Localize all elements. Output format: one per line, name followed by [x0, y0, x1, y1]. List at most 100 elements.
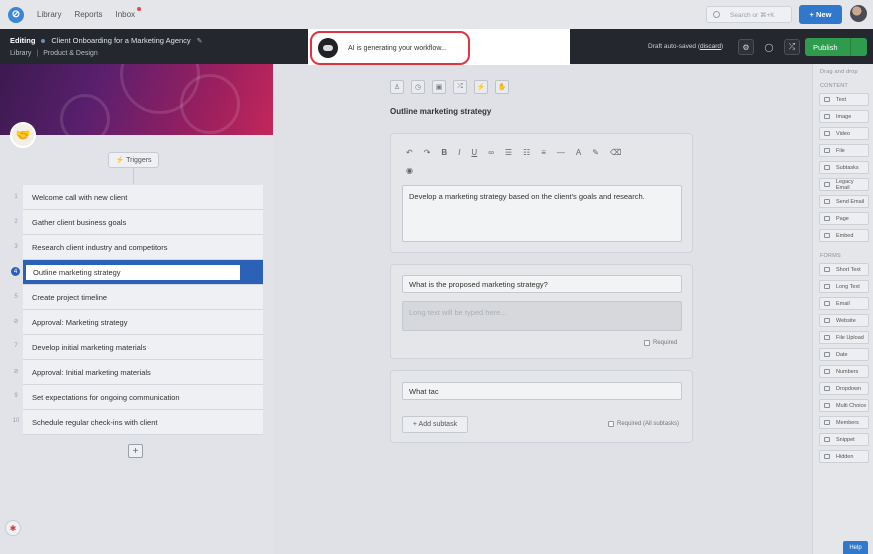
shuffle-icon[interactable]: ⤮ [784, 39, 800, 55]
approval-icon: ⊘ [13, 319, 19, 325]
upload-icon [824, 335, 830, 340]
autosave-status: Draft auto-saved (discard) [648, 43, 723, 50]
widget-send-email[interactable]: Send Email [819, 195, 869, 208]
widget-snippet[interactable]: Snippet [819, 433, 869, 446]
stop-hand-icon[interactable]: ✋ [495, 80, 509, 94]
task-number: 1 [14, 194, 18, 200]
underline-icon[interactable]: U [471, 148, 477, 157]
bullet-list-icon[interactable]: ☰ [505, 148, 512, 157]
discard-link[interactable]: discard [700, 43, 721, 50]
widget-text[interactable]: Text [819, 93, 869, 106]
task-item-9[interactable]: Set expectations for ongoing communicati… [23, 385, 263, 410]
description-editor[interactable]: Develop a marketing strategy based on th… [402, 185, 682, 242]
image-icon [824, 114, 830, 119]
question-label-input[interactable]: What is the proposed marketing strategy? [402, 275, 682, 293]
nav-reports-link[interactable]: Reports [74, 10, 102, 19]
widget-label: Snippet [836, 436, 855, 443]
handshake-icon[interactable]: 🤝 [10, 122, 36, 148]
widget-legacy-email[interactable]: Legacy Email [819, 178, 869, 191]
task-item-1[interactable]: Welcome call with new client [23, 185, 263, 210]
search-icon [713, 11, 720, 18]
widget-numbers[interactable]: Numbers [819, 365, 869, 378]
workflow-cover-banner[interactable] [0, 64, 273, 135]
widget-long-text[interactable]: Long Text [819, 280, 869, 293]
widget-website[interactable]: Website [819, 314, 869, 327]
widget-page[interactable]: Page [819, 212, 869, 225]
due-date-clock-icon[interactable]: ◷ [411, 80, 425, 94]
widget-members[interactable]: Members [819, 416, 869, 429]
breadcrumb-folder[interactable]: Product & Design [43, 50, 97, 57]
task-item-3[interactable]: Research client industry and competitors [23, 235, 263, 260]
redo-icon[interactable]: ↷ [424, 148, 431, 157]
workflow-title[interactable]: Client Onboarding for a Marketing Agency [51, 36, 190, 45]
subtasks-icon [824, 165, 830, 170]
edit-title-icon[interactable]: ✎ [197, 37, 203, 45]
task-item-5[interactable]: Create project timeline [23, 285, 263, 310]
numbered-list-icon[interactable]: ☷ [523, 148, 530, 157]
add-subtask-button[interactable]: + Add subtask [402, 416, 468, 433]
help-button[interactable]: Help [843, 541, 868, 554]
undo-icon[interactable]: ↶ [406, 148, 413, 157]
widget-date[interactable]: Date [819, 348, 869, 361]
link-icon[interactable]: ∞ [488, 148, 494, 157]
search-input[interactable]: Search or ⌘+K [706, 6, 792, 23]
breadcrumb-library[interactable]: Library [10, 50, 31, 57]
widget-short-text[interactable]: Short Text [819, 263, 869, 276]
widget-multi-choice[interactable]: Multi Choice [819, 399, 869, 412]
publish-button[interactable]: Publish [805, 38, 867, 56]
highlight-pen-icon[interactable]: ✎ [592, 148, 599, 157]
widget-image[interactable]: Image [819, 110, 869, 123]
help-circle-icon[interactable]: ✱ [5, 520, 21, 536]
members-icon [824, 420, 830, 425]
app-logo-icon[interactable]: ⊘ [8, 6, 24, 23]
widget-label: Send Email [836, 198, 865, 205]
task-item-7[interactable]: Develop initial marketing materials [23, 335, 263, 360]
required-checkbox[interactable]: Required [644, 340, 677, 346]
widget-email[interactable]: Email [819, 297, 869, 310]
comments-icon[interactable]: ◯ [761, 39, 777, 55]
task-item-2[interactable]: Gather client business goals [23, 210, 263, 235]
text-color-icon[interactable]: A [576, 148, 581, 157]
task-item-approval-1[interactable]: Approval: Marketing strategy [23, 310, 263, 335]
widget-dropdown[interactable]: Dropdown [819, 382, 869, 395]
widget-file-upload[interactable]: File Upload [819, 331, 869, 344]
nav-library-link[interactable]: Library [37, 10, 61, 19]
automation-bolt-icon[interactable]: ⚡ [474, 80, 488, 94]
widget-label: Subtasks [836, 164, 859, 171]
user-avatar[interactable] [850, 5, 867, 22]
new-button[interactable]: + New [799, 5, 842, 24]
bold-icon[interactable]: B [441, 148, 447, 157]
nav-inbox-link[interactable]: Inbox [115, 7, 142, 19]
publish-label: Publish [813, 42, 838, 52]
publish-dropdown-chevron-icon[interactable] [850, 38, 867, 56]
widget-label: Image [836, 113, 852, 120]
subtask-label-input[interactable]: What tac [402, 382, 682, 400]
settings-gear-icon[interactable]: ⚙ [738, 39, 754, 55]
widget-subtasks[interactable]: Subtasks [819, 161, 869, 174]
task-label: Outline marketing strategy [33, 268, 121, 277]
permissions-lock-icon[interactable]: ▣ [432, 80, 446, 94]
connector-line [133, 168, 134, 184]
task-item-approval-2[interactable]: Approval: Initial marketing materials [23, 360, 263, 385]
add-task-button[interactable]: + [128, 444, 143, 458]
align-icon[interactable]: ≡ [541, 148, 546, 157]
widget-embed[interactable]: Embed [819, 229, 869, 242]
required-all-checkbox[interactable]: Required (All subtasks) [608, 421, 679, 427]
widget-label: Members [836, 419, 859, 426]
widget-hidden[interactable]: Hidden [819, 450, 869, 463]
assign-user-icon[interactable]: ♙ [390, 80, 404, 94]
widget-file[interactable]: File [819, 144, 869, 157]
italic-icon[interactable]: I [458, 148, 460, 157]
task-item-4-active[interactable]: Outline marketing strategy [23, 260, 263, 285]
task-title-input[interactable]: Outline marketing strategy [25, 264, 241, 281]
variables-icon[interactable]: ◉ [406, 166, 413, 175]
triggers-button[interactable]: ⚡ Triggers [108, 152, 159, 168]
divider-icon[interactable]: — [557, 148, 565, 157]
task-item-10[interactable]: Schedule regular check-ins with client [23, 410, 263, 435]
conditional-logic-icon[interactable]: ⤮ [453, 80, 467, 94]
clear-format-icon[interactable]: ⌫ [610, 148, 621, 157]
approval-icon: ⊘ [13, 369, 19, 375]
ai-generating-toast: AI is generating your workflow... [308, 29, 570, 65]
widget-video[interactable]: Video [819, 127, 869, 140]
status-dot-icon [41, 38, 46, 43]
